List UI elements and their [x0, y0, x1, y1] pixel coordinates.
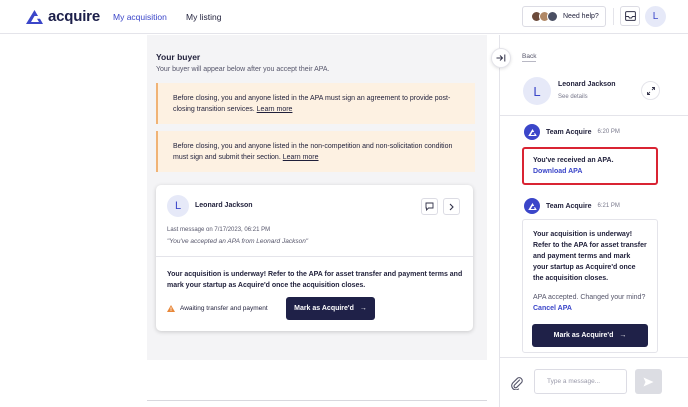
nav-divider	[613, 8, 614, 25]
message-header: Team Acquire 6:20 PM	[524, 124, 620, 140]
acquire-logo-icon	[26, 9, 43, 24]
top-nav: acquire My acquisition My listing Need h…	[0, 0, 688, 34]
last-message-preview: "You've accepted an APA from Leonard Jac…	[167, 238, 309, 245]
arrow-right-icon: →	[359, 305, 367, 312]
acquisition-underway-message: Your acquisition is underway! Refer to t…	[522, 219, 658, 353]
support-avatar	[547, 11, 558, 22]
send-button[interactable]	[635, 369, 662, 394]
panel-divider	[500, 115, 688, 116]
message-text: Your acquisition is underway! Refer to t…	[533, 231, 647, 282]
brand-name: acquire	[48, 8, 100, 25]
notice-text: Before closing, you and anyone listed in…	[173, 95, 451, 113]
expand-button[interactable]	[641, 81, 660, 100]
arrow-right-icon: →	[619, 332, 627, 339]
message-header: Team Acquire 6:21 PM	[524, 198, 620, 214]
user-avatar[interactable]: L	[645, 6, 666, 27]
buyer-name: Leonard Jackson	[195, 202, 253, 209]
see-details-link[interactable]: See details	[558, 94, 588, 100]
support-avatars	[531, 11, 558, 22]
learn-more-link[interactable]: Learn more	[283, 154, 319, 161]
section-title: Your buyer	[156, 52, 201, 62]
chat-bubble-icon	[425, 202, 434, 211]
need-help-label: Need help?	[563, 13, 599, 20]
section-subtitle: Your buyer will appear below after you a…	[156, 66, 330, 73]
chevron-right-icon	[449, 203, 454, 210]
mark-as-acquired-button[interactable]: Mark as Acquire'd →	[286, 297, 375, 320]
button-label: Mark as Acquire'd	[553, 332, 614, 339]
notice-non-competition: Before closing, you and anyone listed in…	[156, 131, 475, 172]
back-link[interactable]: Back	[522, 53, 537, 62]
apa-received-message: You've received an APA. Download APA	[522, 147, 658, 185]
status-text: Awaiting transfer and payment	[180, 305, 268, 312]
download-apa-link[interactable]: Download APA	[533, 168, 582, 175]
button-label: Mark as Acquire'd	[294, 305, 354, 312]
cancel-apa-link[interactable]: Cancel APA	[533, 305, 572, 312]
last-message-timestamp: Last message on 7/17/2023, 06:21 PM	[167, 227, 271, 233]
collapse-right-icon	[496, 54, 506, 62]
collapse-panel-button[interactable]	[491, 48, 511, 68]
contact-name: Leonard Jackson	[558, 81, 616, 88]
message-time: 6:21 PM	[597, 203, 620, 209]
warning-icon	[167, 305, 175, 312]
card-divider	[156, 256, 473, 257]
learn-more-link[interactable]: Learn more	[257, 106, 293, 113]
main-content: Your buyer Your buyer will appear below …	[147, 35, 487, 360]
composer-divider	[500, 357, 688, 358]
buyer-card: L Leonard Jackson Last message on 7/17/2…	[156, 185, 473, 331]
content-divider	[147, 400, 487, 401]
mark-as-acquired-button[interactable]: Mark as Acquire'd →	[532, 324, 648, 347]
expand-icon	[646, 86, 655, 95]
message-input[interactable]	[534, 369, 627, 394]
team-acquire-avatar	[524, 198, 540, 214]
acquisition-status-text: Your acquisition is underway! Refer to t…	[167, 271, 463, 289]
logo[interactable]: acquire	[26, 8, 100, 25]
send-icon	[643, 377, 654, 386]
nav-my-listing[interactable]: My listing	[186, 12, 221, 22]
paperclip-icon[interactable]	[510, 376, 524, 390]
notice-transition-services: Before closing, you and anyone listed in…	[156, 83, 475, 124]
team-acquire-avatar	[524, 124, 540, 140]
buyer-avatar: L	[167, 195, 189, 217]
open-buyer-button[interactable]	[443, 198, 460, 215]
need-help-button[interactable]: Need help?	[522, 6, 606, 27]
sender-name: Team Acquire	[546, 202, 592, 210]
chat-button[interactable]	[421, 198, 438, 215]
message-time: 6:20 PM	[597, 129, 620, 135]
apa-accepted-label: APA accepted. Changed your mind?	[533, 294, 646, 301]
inbox-icon	[624, 11, 636, 21]
inbox-button[interactable]	[620, 6, 640, 26]
acquire-logo-icon	[527, 128, 537, 136]
contact-avatar: L	[523, 77, 551, 105]
message-text: You've received an APA.	[533, 157, 614, 164]
status-indicator: Awaiting transfer and payment	[167, 305, 268, 312]
acquire-logo-icon	[527, 202, 537, 210]
sender-name: Team Acquire	[546, 128, 592, 136]
nav-my-acquisition[interactable]: My acquisition	[113, 12, 167, 22]
apa-accepted-text: APA accepted. Changed your mind? Cancel …	[533, 292, 647, 314]
